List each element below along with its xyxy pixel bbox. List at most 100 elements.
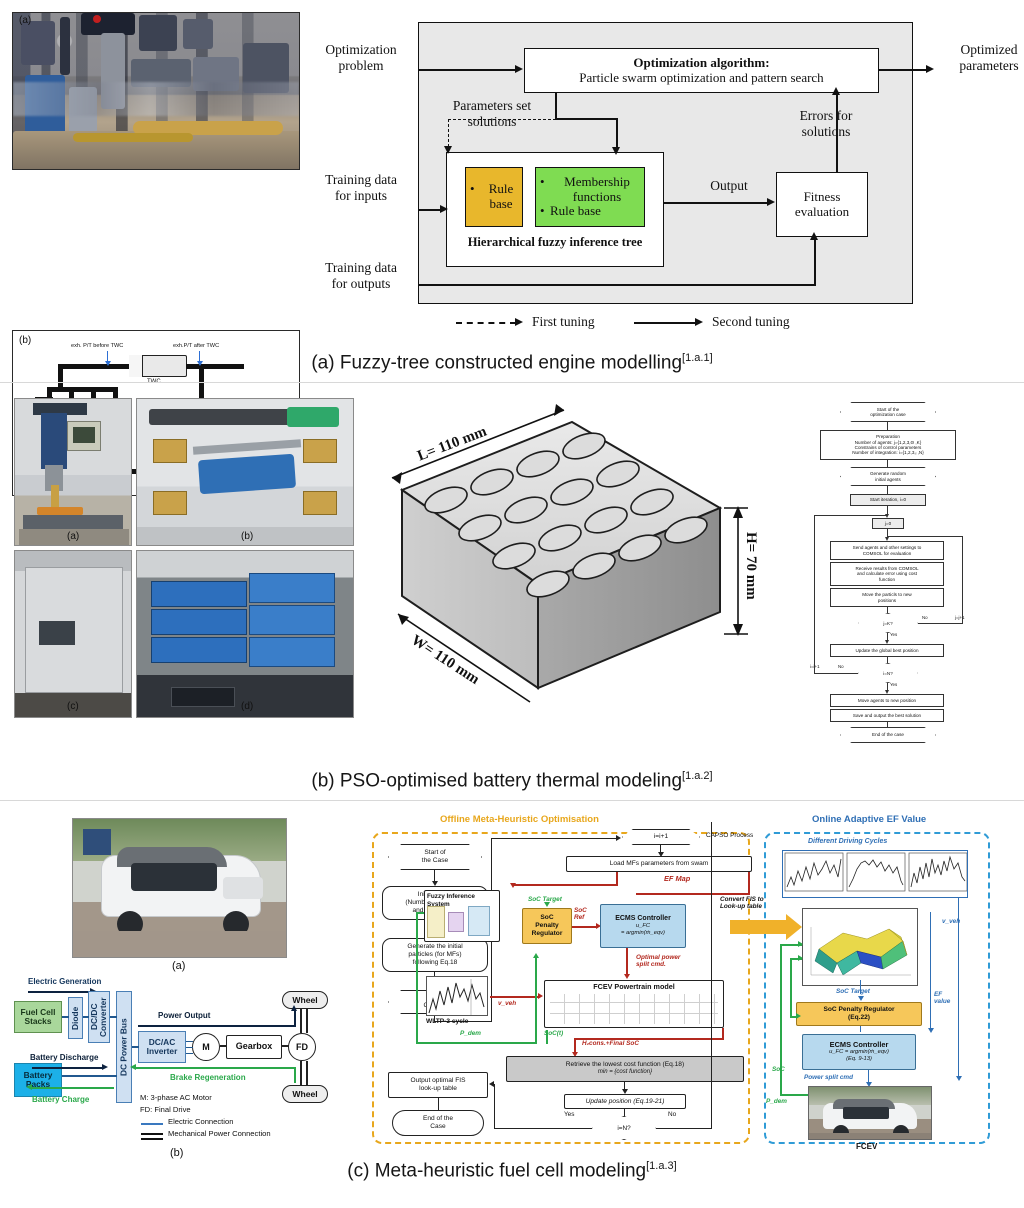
optimization-algorithm-box: Optimization algorithm: Particle swarm o… [524, 48, 879, 93]
mh-soc-penalty-regulator: SoC Penalty Regulator [522, 908, 572, 944]
fc-node-generate: Generate random initial agents [840, 467, 936, 486]
fc-node-j-eq-k: j=K? [858, 613, 918, 633]
fc-node-j0: j=0 [872, 518, 904, 529]
membership-functions-item: Membership functions [540, 174, 644, 205]
engine-test-bench-photo: (a) [12, 12, 300, 170]
fitness-line1: Fitness [803, 188, 841, 204]
mh-capso-process-label: CAPSO Process [706, 832, 754, 839]
mh-generate-particles: Generate the initial particles (for MFs)… [382, 938, 488, 972]
wheel-top: Wheel [282, 991, 328, 1009]
fis-lookup-surface-plot [802, 908, 918, 986]
fcev-online-label: FCEV [856, 1142, 878, 1151]
rule-base-item: Rule base [470, 181, 522, 212]
hierarchical-fuzzy-inference-tree-box: Rule base Membership functions Rule base… [446, 152, 664, 267]
fc-node-start: Start of the optimization case [840, 402, 936, 422]
fc-edge-no-1: No [922, 615, 928, 620]
battery-height-label: H= 70 mm [743, 532, 759, 600]
mh-output-fis: Output optimal FIS look-up table [388, 1072, 488, 1098]
mh-pdem-label: P_dem [460, 1030, 481, 1037]
fuzzy-tree-block-diagram: Optimization algorithm: Particle swarm o… [306, 12, 1019, 342]
mh-iteration: i=i+1 [622, 829, 700, 845]
mh-start-case: Start of the Case [388, 844, 482, 870]
fuel-cell-stacks-box: Fuel Cell Stacks [14, 1001, 62, 1033]
fc-node-receive-results: Receive results from COMSOL and calculat… [830, 562, 944, 586]
mh-ecms-title: ECMS Controller [615, 914, 671, 922]
fc-edge-no-2: No [838, 664, 844, 669]
fc-node-start-iteration: Start iteration, i=0 [850, 494, 926, 506]
busbar-torque-photo: (b) [136, 398, 354, 546]
convert-label: Convert FIS to Look-up table [720, 896, 764, 911]
fc-node-i-eq-n: i=N? [858, 663, 918, 683]
electric-generation-label: Electric Generation [28, 977, 102, 986]
online-soc-label: SoC [772, 1066, 785, 1073]
fcev-online-car-photo [808, 1086, 932, 1140]
mh-ef-map-label: EF Map [664, 874, 691, 883]
legend-motor: M: 3-phase AC Motor [140, 1093, 212, 1102]
fcev-powertrain-schematic: Electric Generation Fuel Cell Stacks Batt… [10, 975, 350, 1160]
schematic-tag-b: (b) [19, 335, 32, 346]
mh-wltp-label: WLTP-3 cycle [426, 1018, 469, 1025]
driving-cycles-title: Different Driving Cycles [808, 838, 888, 845]
membership-functions-box: Membership functions Rule base [535, 167, 645, 227]
convert-arrow-head [786, 914, 802, 940]
photo-sublabel-b: (b) [241, 531, 254, 542]
fc-node-move-particles: Move the particls to new positions [830, 588, 944, 607]
online-title: Online Adaptive EF Value [812, 814, 927, 825]
mh-h2-label: H₂cons.+Final SoC [582, 1040, 639, 1047]
offline-title: Offline Meta-Heuristic Optimisation [440, 814, 599, 825]
pso-flowchart: Start of the optimization case Preparati… [810, 398, 1010, 743]
photo-sublabel-d: (d) [241, 701, 254, 712]
exh-before-twc-label: exh. P/T before TWC [71, 343, 124, 349]
powertrain-sublabel: (b) [170, 1147, 184, 1159]
battery-charge-label: Battery Charge [32, 1095, 90, 1104]
photo-sublabel-a: (a) [67, 531, 80, 542]
photo-tag-a: (a) [19, 15, 32, 26]
driving-cycles-chart-group [782, 850, 968, 898]
fc-node-save-output: Save and output the best solution [830, 709, 944, 722]
mh-yes-label: Yes [564, 1111, 575, 1118]
mh-soc-ref-label: SoC Ref [574, 907, 587, 921]
final-drive-circle: FD [288, 1033, 316, 1061]
mh-update-position: Update position (Eq.19-21) [564, 1094, 686, 1109]
gearbox-box: Gearbox [226, 1035, 282, 1059]
optimizer-title: Optimization algorithm: [633, 54, 770, 70]
meta-heuristic-fuel-cell-diagram: Offline Meta-Heuristic Optimisation Onli… [368, 808, 1018, 1158]
dcac-inverter-box: DC/AC Inverter [138, 1031, 186, 1063]
photo-sublabel-c: (c) [67, 701, 79, 712]
fc-edge-yes-2: Yes [890, 682, 898, 687]
wheel-bottom: Wheel [282, 1085, 328, 1103]
ef-value-label: EF value [934, 991, 951, 1005]
car-photo-sublabel: (a) [172, 960, 186, 972]
brake-regeneration-label: Brake Regeneration [170, 1073, 246, 1082]
caption-a: (a) Fuzzy-tree constructed engine modell… [311, 352, 713, 374]
legend-final-drive: FD: Final Drive [140, 1105, 191, 1114]
fitness-line2: evaluation [794, 203, 850, 219]
legend-second-tuning-label: Second tuning [712, 314, 790, 329]
online-ecms-controller: ECMS Controller u_FC = argmin(ṁ_eqv) (Eq… [802, 1034, 916, 1070]
legend-first-tuning-label: First tuning [532, 314, 595, 329]
mh-optimal-power-label: Optimal power split cmd. [636, 954, 681, 969]
input-label-training-data-outputs: Training data for outputs [325, 260, 397, 291]
mh-no-label: No [668, 1111, 677, 1118]
online-soc-target-label: SoC Target [836, 988, 870, 995]
tree-title: Hierarchical fuzzy inference tree [467, 235, 643, 249]
exh-after-twc-label: exh.P/T after TWC [173, 343, 220, 349]
mh-load-mfs: Load MFs parameters from swam [566, 856, 752, 872]
mh-retrieve-title: Retrieve the lowest cost function (Eq.18… [565, 1061, 685, 1069]
caption-c: (c) Meta-heuristic fuel cell modeling[1.… [347, 1160, 677, 1182]
dcdc-converter-box: DC/DC Converter [88, 991, 110, 1043]
optimizer-subtitle: Particle swarm optimization and pattern … [579, 69, 824, 85]
input-label-training-data-inputs: Training data for inputs [325, 172, 397, 203]
fc-edge-yes-1: Yes [890, 632, 898, 637]
battery-discharge-label: Battery Discharge [30, 1053, 99, 1062]
mh-end-case: End of the Case [392, 1110, 484, 1136]
fc-node-end: End of the case [840, 727, 936, 743]
legend-first-tuning-dash [456, 322, 516, 324]
fc-edge-jj1: j=j+1 [955, 615, 965, 620]
parameters-set-solutions-label: Parameters set solutions [452, 98, 532, 129]
fcev-car-photo [72, 818, 287, 958]
convert-arrow [730, 920, 788, 934]
fc-node-preparation: Preparation Number of agents: j={1,2,3,Θ… [820, 430, 956, 460]
thermal-chamber-photo: (c) [14, 550, 132, 718]
welder-photo: (a) [14, 398, 132, 546]
